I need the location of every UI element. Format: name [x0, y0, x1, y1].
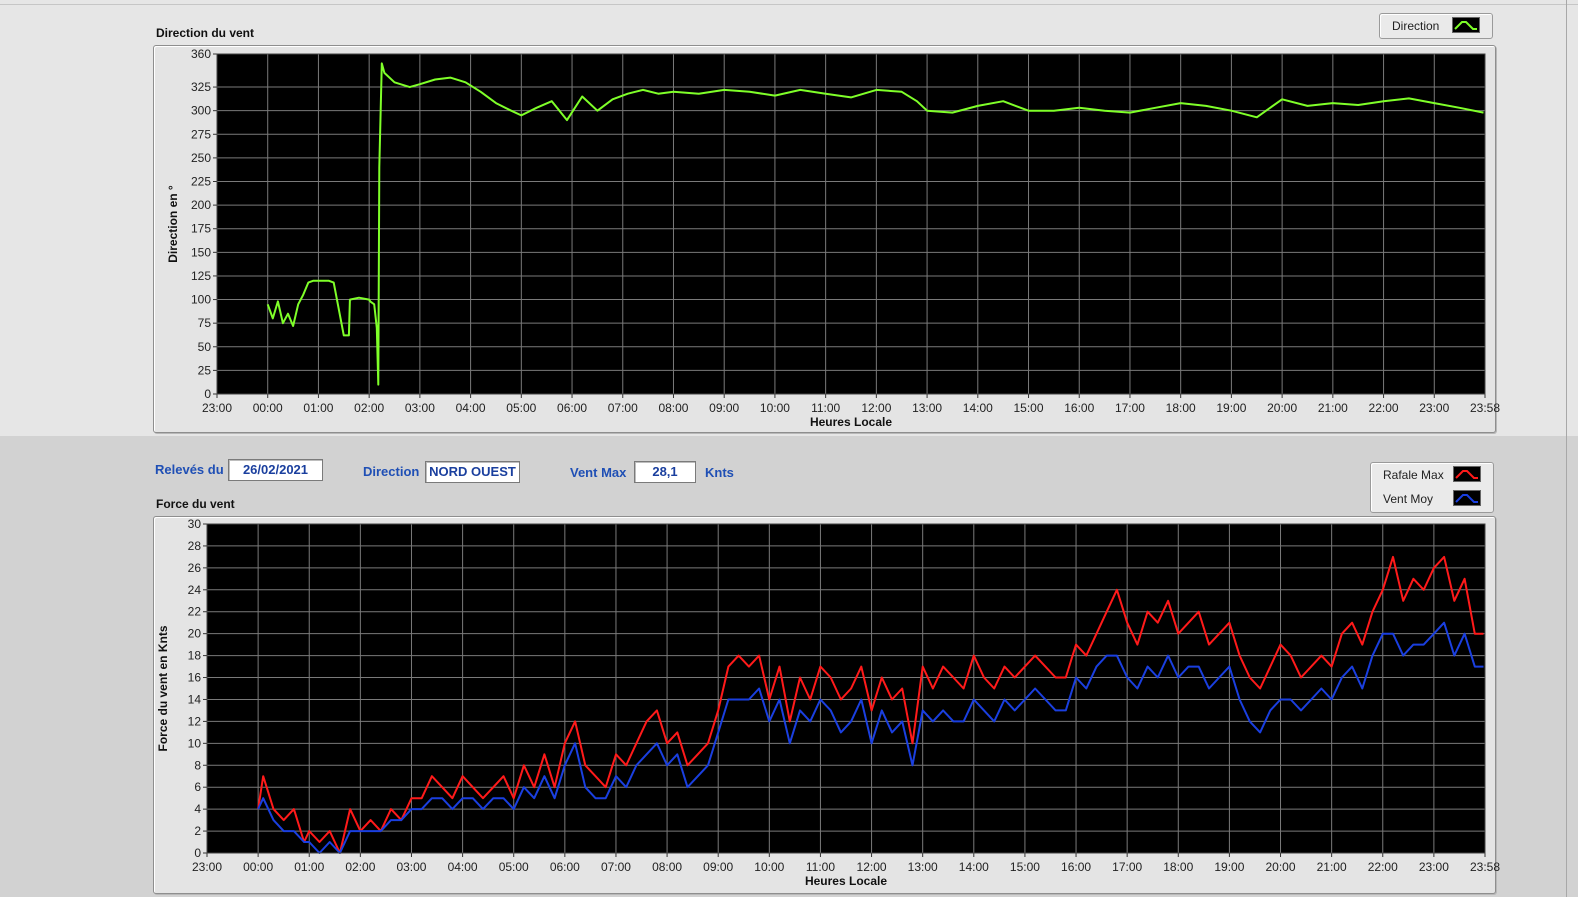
force-x-tick-label: 21:00 — [1317, 860, 1347, 874]
force-y-tick-label: 6 — [194, 780, 201, 794]
force-x-tick-label: 10:00 — [754, 860, 784, 874]
force-x-tick-label: 00:00 — [243, 860, 273, 874]
force-x-tick-label: 06:00 — [550, 860, 580, 874]
force-y-tick-label: 10 — [188, 736, 202, 750]
force-y-tick-label: 24 — [188, 583, 202, 597]
force-y-tick-label: 28 — [188, 539, 202, 553]
force-x-tick-label: 12:00 — [857, 860, 887, 874]
force-x-tick-label: 01:00 — [294, 860, 324, 874]
force-x-tick-label: 02:00 — [345, 860, 375, 874]
force-y-tick-label: 18 — [188, 649, 202, 663]
force-y-tick-label: 2 — [194, 824, 201, 838]
force-x-tick-label: 14:00 — [959, 860, 989, 874]
force-x-tick-label: 17:00 — [1112, 860, 1142, 874]
force-x-tick-label: 20:00 — [1266, 860, 1296, 874]
force-x-tick-label: 11:00 — [806, 860, 835, 874]
force-x-tick-label: 05:00 — [499, 860, 529, 874]
force-y-tick-label: 8 — [194, 758, 201, 772]
force-x-tick-label: 13:00 — [908, 860, 938, 874]
force-x-tick-label: 16:00 — [1061, 860, 1091, 874]
force-y-axis-title: Force du vent en Knts — [156, 625, 170, 751]
force-x-tick-label: 03:00 — [396, 860, 426, 874]
force-x-tick-label: 15:00 — [1010, 860, 1040, 874]
force-chart: 23:00 00:00 01:00 02:00 03:00 04:00 05:00 06:00… — [156, 517, 1500, 888]
force-plot-area — [207, 524, 1485, 853]
force-x-tick-label: 04:00 — [448, 860, 478, 874]
force-x-tick-label: 22:00 — [1368, 860, 1398, 874]
force-x-axis-title: Heures Locale — [805, 874, 887, 888]
force-y-tick-label: 26 — [188, 561, 202, 575]
force-x-tick-label: 23:00 — [1419, 860, 1449, 874]
force-x-tick-label: 09:00 — [703, 860, 733, 874]
force-x-tick-label: 23:58 — [1470, 860, 1500, 874]
force-y-tick-label: 0 — [194, 846, 201, 860]
force-x-tick-label: 19:00 — [1214, 860, 1244, 874]
force-y-tick-label: 16 — [188, 671, 202, 685]
force-y-tick-label: 12 — [188, 714, 202, 728]
force-y-tick-label: 22 — [188, 605, 202, 619]
force-x-tick-label: 08:00 — [652, 860, 682, 874]
force-x-tick-label: 18:00 — [1163, 860, 1193, 874]
force-y-tick-label: 14 — [188, 692, 202, 706]
force-x-tick-label: 07:00 — [601, 860, 631, 874]
force-y-tick-label: 4 — [194, 802, 201, 816]
force-x-tick-label: 23:00 — [192, 860, 222, 874]
force-y-tick-label: 30 — [188, 517, 202, 531]
force-y-tick-label: 20 — [188, 627, 202, 641]
